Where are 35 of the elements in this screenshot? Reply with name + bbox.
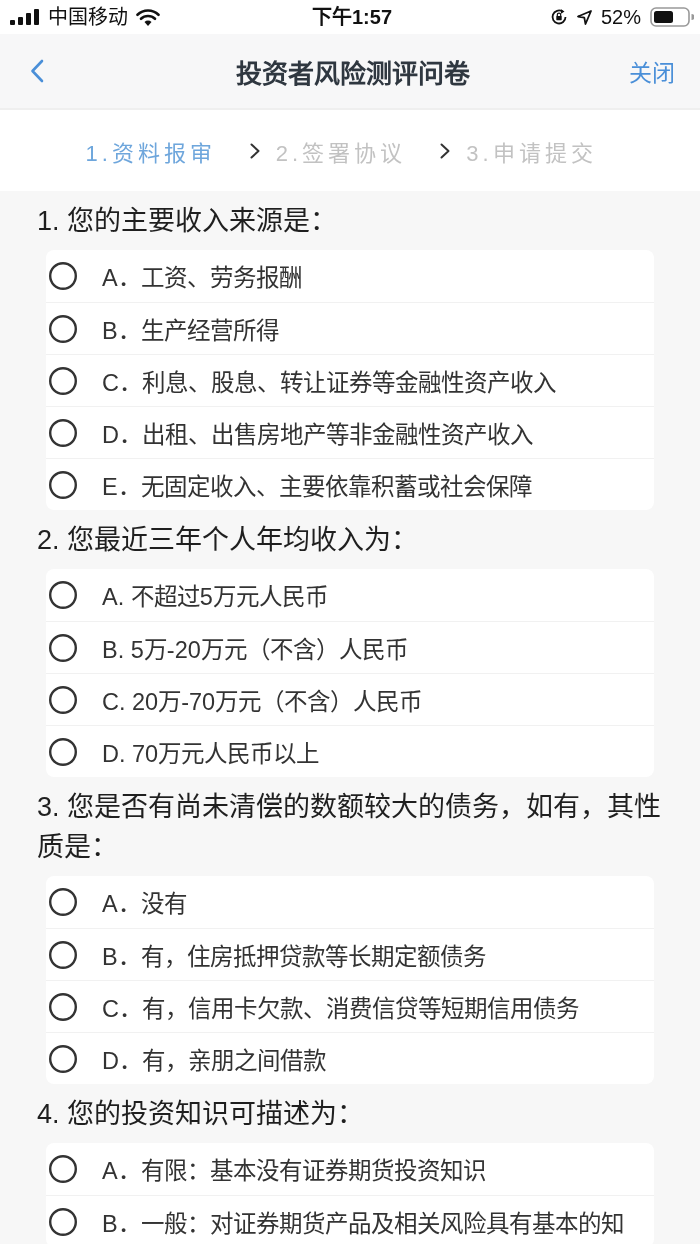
status-time: 下午1:57 bbox=[312, 5, 392, 29]
step-label: 2.签署协议 bbox=[275, 139, 407, 167]
back-button[interactable] bbox=[30, 59, 44, 83]
step-label: 1.资料报审 bbox=[85, 139, 216, 167]
page-title: 投资者风险测评问卷 bbox=[235, 57, 470, 90]
radio-option[interactable]: C. 20万-70万元（不含）人民币 bbox=[46, 673, 654, 725]
radio-option[interactable]: A．工资、劳务报酬 bbox=[46, 250, 654, 302]
signal-bars-icon bbox=[10, 9, 40, 25]
question-title: 4. 您的投资知识可描述为： bbox=[36, 1098, 366, 1131]
chevron-left-icon bbox=[30, 59, 44, 83]
carrier-name: 中国移动 bbox=[48, 5, 128, 29]
radio-option[interactable]: B．生产经营所得 bbox=[46, 302, 654, 354]
rotation-lock-icon bbox=[549, 8, 568, 26]
chevron-right-icon bbox=[249, 142, 260, 159]
battery-icon bbox=[650, 7, 694, 27]
radio-option[interactable]: D. 70万元人民币以上 bbox=[46, 725, 654, 777]
question-title: 1. 您的主要收入来源是： bbox=[36, 205, 339, 238]
question-title: 3. 您是否有尚未清偿的数额较大的债务，如有，其性质是： bbox=[36, 791, 663, 864]
radio-option[interactable]: A．有限：基本没有证券期货投资知识 bbox=[46, 1143, 654, 1195]
wifi-icon bbox=[136, 8, 160, 26]
chevron-right-icon bbox=[440, 142, 451, 159]
location-arrow-icon bbox=[576, 9, 592, 25]
radio-option[interactable]: A．没有 bbox=[46, 876, 654, 928]
battery-percentage: 52% bbox=[600, 5, 641, 29]
question-title: 2. 您最近三年个人年均收入为： bbox=[36, 524, 420, 557]
radio-option[interactable]: E．无固定收入、主要依靠积蓄或社会保障 bbox=[46, 458, 654, 510]
radio-option[interactable]: B. 5万-20万元（不含）人民币 bbox=[46, 621, 654, 673]
radio-option[interactable]: B．有，住房抵押贷款等长期定额债务 bbox=[46, 928, 654, 980]
radio-option[interactable]: C．利息、股息、转让证券等金融性资产收入 bbox=[46, 354, 654, 406]
radio-option[interactable]: B．一般：对证券期货产品及相关风险具有基本的知 bbox=[46, 1195, 654, 1244]
radio-option[interactable]: D．出租、出售房地产等非金融性资产收入 bbox=[46, 406, 654, 458]
radio-option[interactable]: D．有，亲朋之间借款 bbox=[46, 1032, 654, 1084]
step-label: 3.申请提交 bbox=[466, 139, 597, 167]
radio-option[interactable]: A. 不超过5万元人民币 bbox=[46, 569, 654, 621]
radio-option[interactable]: C．有，信用卡欠款、消费信贷等短期信用债务 bbox=[46, 980, 654, 1032]
